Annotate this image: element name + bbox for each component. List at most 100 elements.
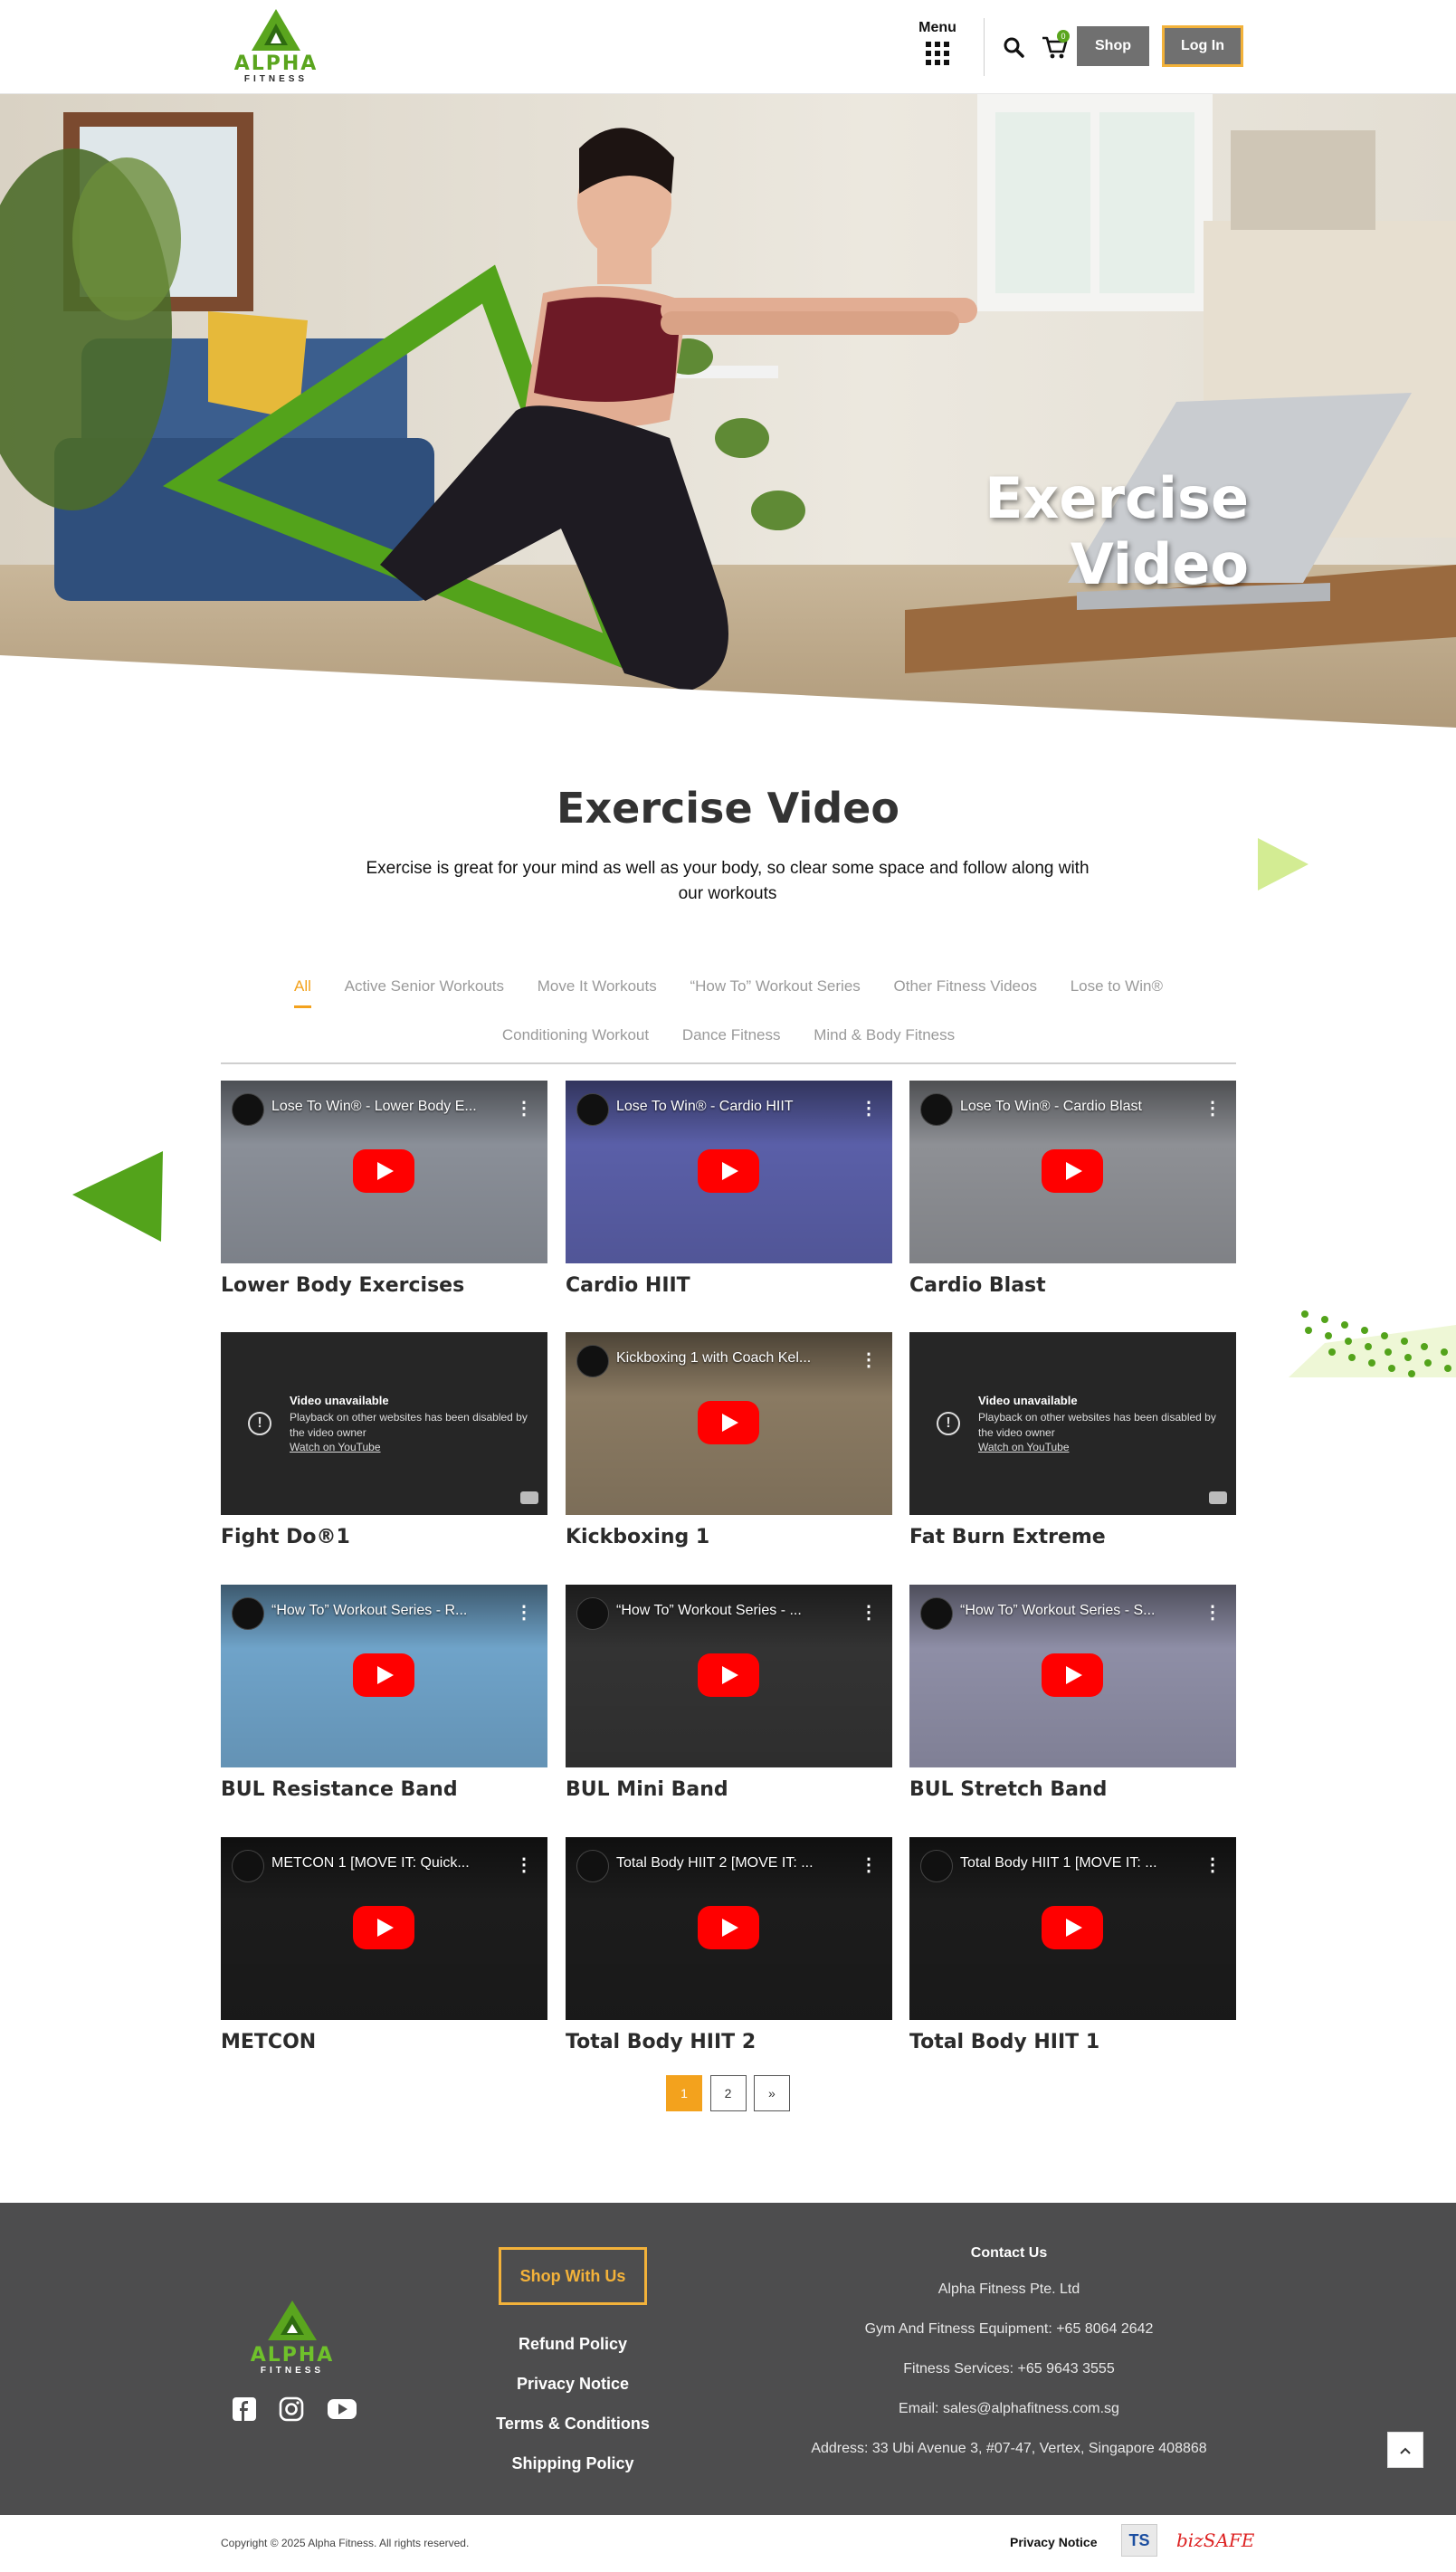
play-button-icon[interactable] — [1042, 1653, 1103, 1697]
refund-policy-link[interactable]: Refund Policy — [452, 2324, 693, 2364]
video-card-title[interactable]: Lower Body Exercises — [221, 1274, 547, 1297]
privacy-notice-link[interactable]: Privacy Notice — [452, 2364, 693, 2404]
tab-other-fitness-videos[interactable]: Other Fitness Videos — [894, 977, 1037, 1008]
video-embed-title[interactable]: Total Body HIIT 2 [MOVE IT: ... — [616, 1855, 852, 1872]
channel-avatar[interactable] — [576, 1850, 609, 1882]
video-embed-title[interactable]: Kickboxing 1 with Coach Kel... — [616, 1350, 852, 1367]
more-options-icon[interactable]: ⋮ — [1204, 1601, 1222, 1624]
watch-on-youtube-link[interactable]: Watch on YouTube — [978, 1441, 1070, 1453]
channel-avatar[interactable] — [232, 1850, 264, 1882]
bottom-privacy-notice-link[interactable]: Privacy Notice — [1010, 2535, 1098, 2549]
video-embed-title[interactable]: “How To” Workout Series - S... — [960, 1603, 1195, 1619]
shipping-policy-link[interactable]: Shipping Policy — [452, 2443, 693, 2483]
video-embed[interactable]: Total Body HIIT 2 [MOVE IT: ... ⋮ — [566, 1837, 892, 2020]
video-card-title[interactable]: BUL Stretch Band — [909, 1778, 1236, 1801]
play-button-icon[interactable] — [698, 1906, 759, 1949]
video-card-title[interactable]: Cardio Blast — [909, 1274, 1236, 1297]
contact-email[interactable]: Email: sales@alphafitness.com.sg — [778, 2389, 1240, 2429]
video-card-title[interactable]: Total Body HIIT 1 — [909, 2031, 1236, 2053]
video-embed[interactable]: Kickboxing 1 with Coach Kel... ⋮ — [566, 1332, 892, 1515]
services-phone[interactable]: Fitness Services: +65 9643 3555 — [778, 2349, 1240, 2389]
channel-avatar[interactable] — [232, 1597, 264, 1630]
video-embed-title[interactable]: Lose To Win® - Cardio Blast — [960, 1099, 1195, 1115]
tab-all[interactable]: All — [294, 977, 311, 1008]
more-options-icon[interactable]: ⋮ — [1204, 1853, 1222, 1876]
channel-avatar[interactable] — [920, 1093, 953, 1126]
video-embed[interactable]: ! Video unavailable Playback on other webs… — [221, 1332, 547, 1515]
play-button-icon[interactable] — [353, 1653, 414, 1697]
menu-button[interactable]: Menu — [914, 20, 961, 74]
video-embed[interactable]: ! Video unavailable Playback on other webs… — [909, 1332, 1236, 1515]
more-options-icon[interactable]: ⋮ — [860, 1601, 878, 1624]
more-options-icon[interactable]: ⋮ — [515, 1601, 533, 1624]
tab-mind-body-fitness[interactable]: Mind & Body Fitness — [814, 1026, 955, 1057]
video-card-title[interactable]: Total Body HIIT 2 — [566, 2031, 892, 2053]
play-button-icon[interactable] — [353, 1149, 414, 1193]
play-button-icon[interactable] — [698, 1149, 759, 1193]
back-to-top-button[interactable] — [1387, 2432, 1423, 2468]
page-1-button[interactable]: 1 — [666, 2075, 703, 2111]
video-card-title[interactable]: Fat Burn Extreme — [909, 1526, 1236, 1548]
more-options-icon[interactable]: ⋮ — [515, 1853, 533, 1876]
youtube-icon[interactable] — [1209, 1491, 1227, 1504]
play-button-icon[interactable] — [698, 1401, 759, 1444]
more-options-icon[interactable]: ⋮ — [1204, 1097, 1222, 1119]
alpha-fitness-logo[interactable]: ALPHA FITNESS — [221, 7, 331, 85]
search-icon[interactable] — [1003, 36, 1024, 58]
tab-move-it-workouts[interactable]: Move It Workouts — [538, 977, 657, 1008]
channel-avatar[interactable] — [920, 1597, 953, 1630]
more-options-icon[interactable]: ⋮ — [860, 1853, 878, 1876]
video-card-title[interactable]: BUL Resistance Band — [221, 1778, 547, 1801]
more-options-icon[interactable]: ⋮ — [515, 1097, 533, 1119]
play-button-icon[interactable] — [1042, 1149, 1103, 1193]
tab-active-senior-workouts[interactable]: Active Senior Workouts — [345, 977, 504, 1008]
watch-on-youtube-link[interactable]: Watch on YouTube — [290, 1441, 381, 1453]
video-card-title[interactable]: Fight Do®1 — [221, 1526, 547, 1548]
video-embed-title[interactable]: Total Body HIIT 1 [MOVE IT: ... — [960, 1855, 1195, 1872]
video-embed[interactable]: “How To” Workout Series - ... ⋮ — [566, 1585, 892, 1767]
video-embed-title[interactable]: METCON 1 [MOVE IT: Quick... — [271, 1855, 507, 1872]
channel-avatar[interactable] — [232, 1093, 264, 1126]
video-card-title[interactable]: BUL Mini Band — [566, 1778, 892, 1801]
video-embed-title[interactable]: Lose To Win® - Lower Body E... — [271, 1099, 507, 1115]
play-button-icon[interactable] — [698, 1653, 759, 1697]
tab-lose-to-win[interactable]: Lose to Win® — [1071, 977, 1163, 1008]
video-embed[interactable]: METCON 1 [MOVE IT: Quick... ⋮ — [221, 1837, 547, 2020]
more-options-icon[interactable]: ⋮ — [860, 1097, 878, 1119]
channel-avatar[interactable] — [576, 1345, 609, 1377]
instagram-icon[interactable] — [279, 2396, 304, 2422]
footer-logo[interactable]: ALPHA FITNESS — [233, 2297, 351, 2378]
video-embed[interactable]: Lose To Win® - Cardio HIIT ⋮ — [566, 1081, 892, 1263]
channel-avatar[interactable] — [920, 1850, 953, 1882]
video-embed[interactable]: Lose To Win® - Lower Body E... ⋮ — [221, 1081, 547, 1263]
tab-dance-fitness[interactable]: Dance Fitness — [682, 1026, 781, 1057]
video-embed[interactable]: Lose To Win® - Cardio Blast ⋮ — [909, 1081, 1236, 1263]
terms-conditions-link[interactable]: Terms & Conditions — [452, 2404, 693, 2443]
video-card-title[interactable]: Cardio HIIT — [566, 1274, 892, 1297]
equipment-phone[interactable]: Gym And Fitness Equipment: +65 8064 2642 — [778, 2310, 1240, 2349]
video-embed[interactable]: Total Body HIIT 1 [MOVE IT: ... ⋮ — [909, 1837, 1236, 2020]
video-card-title[interactable]: METCON — [221, 2031, 547, 2053]
video-embed[interactable]: “How To” Workout Series - R... ⋮ — [221, 1585, 547, 1767]
tab-conditioning-workout[interactable]: Conditioning Workout — [502, 1026, 649, 1057]
shop-button[interactable]: Shop — [1077, 26, 1149, 66]
play-button-icon[interactable] — [1042, 1906, 1103, 1949]
login-button[interactable]: Log In — [1162, 25, 1243, 67]
tab-how-to-workout-series[interactable]: “How To” Workout Series — [690, 977, 860, 1008]
video-card: METCON 1 [MOVE IT: Quick... ⋮ METCON — [221, 1837, 547, 2053]
channel-avatar[interactable] — [576, 1093, 609, 1126]
shop-with-us-button[interactable]: Shop With Us — [499, 2247, 647, 2305]
page-2-button[interactable]: 2 — [709, 2075, 747, 2111]
video-card-title[interactable]: Kickboxing 1 — [566, 1526, 892, 1548]
channel-avatar[interactable] — [576, 1597, 609, 1630]
next-page-button[interactable]: » — [753, 2075, 790, 2111]
video-embed-title[interactable]: “How To” Workout Series - ... — [616, 1603, 852, 1619]
facebook-icon[interactable] — [232, 2396, 257, 2422]
video-embed-title[interactable]: “How To” Workout Series - R... — [271, 1603, 507, 1619]
play-button-icon[interactable] — [353, 1906, 414, 1949]
video-embed-title[interactable]: Lose To Win® - Cardio HIIT — [616, 1099, 852, 1115]
youtube-icon[interactable] — [327, 2396, 357, 2422]
youtube-icon[interactable] — [520, 1491, 538, 1504]
video-embed[interactable]: “How To” Workout Series - S... ⋮ — [909, 1585, 1236, 1767]
more-options-icon[interactable]: ⋮ — [860, 1348, 878, 1371]
